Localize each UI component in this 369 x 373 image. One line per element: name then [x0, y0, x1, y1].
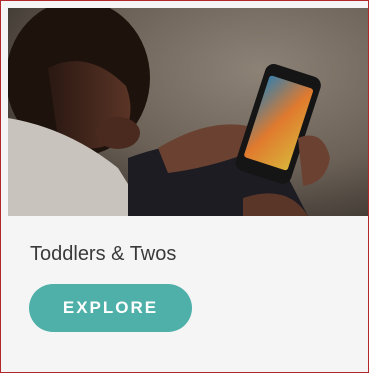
explore-button[interactable]: EXPLORE	[29, 284, 192, 332]
card-body: Toddlers & Twos EXPLORE	[8, 8, 368, 372]
card-title: Toddlers & Twos	[30, 243, 177, 265]
content-card: Toddlers & Twos EXPLORE	[0, 0, 369, 373]
card-photo	[8, 8, 368, 216]
